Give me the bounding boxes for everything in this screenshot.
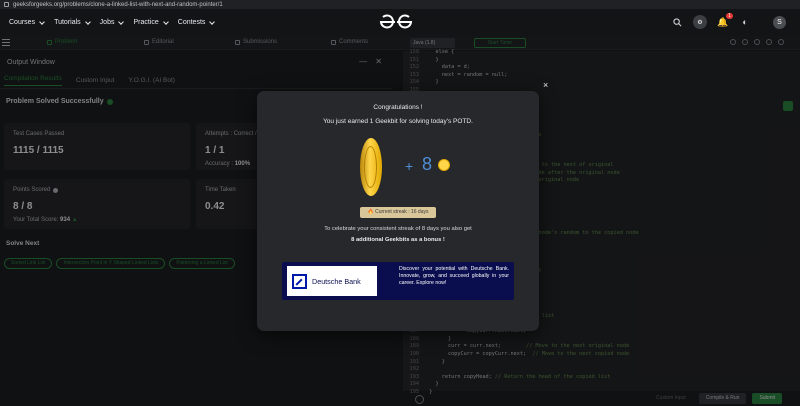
- nav-label: Jobs: [99, 19, 115, 26]
- nav-tutorials[interactable]: Tutorials: [54, 18, 91, 26]
- deutsche-bank-ad[interactable]: Deutsche Bank Discover your potential wi…: [282, 262, 514, 300]
- bonus-amount: 8 additional Geekbits as a bonus !: [351, 237, 445, 243]
- chevron-down-icon: [84, 18, 91, 25]
- fire-icon: 🔥: [367, 209, 374, 215]
- nav-practice[interactable]: Practice: [133, 18, 169, 26]
- browser-url-bar[interactable]: geeksforgeeks.org/problems/clone-a-linke…: [0, 0, 800, 9]
- plus-icon: +: [405, 158, 414, 174]
- mini-coin-icon: [438, 159, 450, 171]
- nav-jobs[interactable]: Jobs: [99, 18, 125, 26]
- streak-text: Current streak : 16 days: [375, 209, 429, 215]
- ad-text: Discover your potential with Deutsche Ba…: [399, 266, 509, 286]
- close-icon[interactable]: ×: [543, 80, 548, 90]
- bonus-count: 8: [422, 154, 433, 174]
- moon-icon[interactable]: ◐: [739, 16, 751, 28]
- url-text[interactable]: geeksforgeeks.org/problems/clone-a-linke…: [13, 2, 223, 8]
- avatar[interactable]: S: [773, 15, 786, 29]
- notification-badge: 1: [726, 13, 733, 19]
- nav-contests[interactable]: Contests: [177, 18, 216, 26]
- nav-courses[interactable]: Courses: [9, 18, 45, 26]
- potd-modal: Congratulations ! You just earned 1 Geek…: [257, 91, 539, 331]
- ad-brand: Deutsche Bank: [312, 276, 361, 286]
- search-icon[interactable]: [671, 16, 683, 28]
- modal-subtitle: You just earned 1 Geekbit for solving to…: [323, 118, 473, 125]
- deutsche-bank-icon: [292, 273, 307, 289]
- nav-label: Contests: [177, 19, 206, 26]
- chevron-down-icon: [209, 18, 216, 25]
- nav-label: Courses: [9, 19, 36, 26]
- nav-label: Tutorials: [54, 19, 81, 26]
- bell-icon[interactable]: 🔔 1: [717, 13, 733, 28]
- geekbit-coin-icon: [360, 138, 382, 196]
- nav-label: Practice: [133, 19, 159, 26]
- bonus-message: To celebrate your consistent streak of 8…: [324, 226, 472, 232]
- chevron-down-icon: [39, 18, 45, 25]
- lock-icon: [4, 2, 9, 7]
- geekbits-icon[interactable]: ⚙: [693, 15, 707, 29]
- chevron-down-icon: [118, 18, 125, 25]
- gfg-logo[interactable]: [378, 14, 414, 30]
- chevron-down-icon: [162, 18, 169, 25]
- modal-title: Congratulations !: [373, 104, 423, 111]
- deutsche-bank-logo: Deutsche Bank: [287, 266, 377, 296]
- streak-badge: 🔥 Current streak : 16 days: [360, 207, 436, 218]
- navbar-actions: ⚙ 🔔 1 ◐ S: [671, 13, 786, 29]
- site-navbar: Courses Tutorials Jobs Practice Contests…: [0, 9, 800, 36]
